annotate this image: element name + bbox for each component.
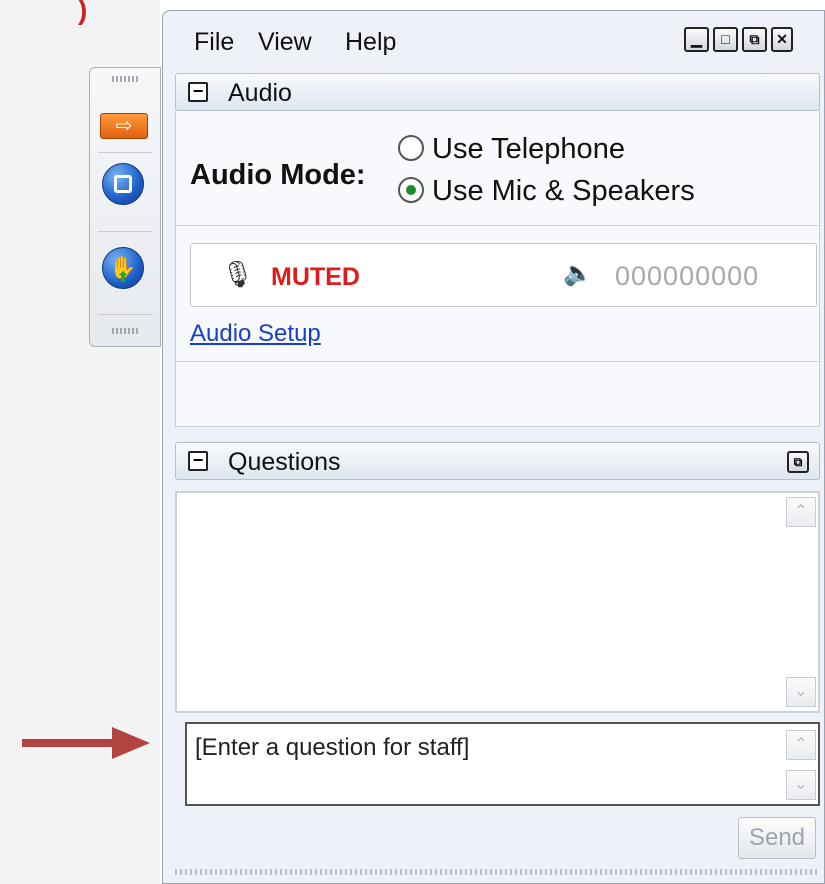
radio-mic-speakers-label: Use Mic & Speakers [432,175,695,207]
audio-mode-label: Audio Mode: [190,159,366,191]
audio-section-header[interactable]: − Audio [175,73,820,111]
radio-use-mic-speakers[interactable]: Use Mic & Speakers [398,175,695,208]
scroll-down-icon[interactable]: ⌄ [786,677,816,707]
audio-setup-link[interactable]: Audio Setup [190,320,321,348]
mini-toolbar: ⇨ ✋ ⬆ [89,67,161,347]
question-input-placeholder: [Enter a question for staff] [195,734,470,761]
speaker-icon[interactable]: 🔈 [563,259,593,288]
toolbar-bottom-grip[interactable] [112,328,140,334]
speaker-level-meter: 000000000 [615,261,760,291]
question-input[interactable]: [Enter a question for staff] ⌃ ⌄ [185,722,820,806]
close-icon[interactable]: ✕ [771,27,793,52]
maximize-icon[interactable]: □ [713,27,738,52]
mute-status: MUTED [271,263,360,291]
radio-selected-icon[interactable] [398,177,424,203]
collapse-questions-icon[interactable]: − [188,451,208,471]
up-arrow-icon: ⬆ [117,269,129,285]
input-scroll-up-icon[interactable]: ⌃ [786,730,816,760]
scroll-up-icon[interactable]: ⌃ [786,497,816,527]
restore-icon[interactable]: ⧉ [742,27,767,52]
questions-section-header[interactable]: − Questions ⧉ [175,442,820,480]
toolbar-separator [98,314,152,315]
raise-hand-icon[interactable]: ✋ ⬆ [102,247,144,289]
collapse-audio-icon[interactable]: − [188,82,208,102]
questions-log[interactable]: ⌃ ⌄ [175,491,820,713]
divider [176,225,821,226]
send-button[interactable]: Send [738,817,816,859]
stop-icon[interactable] [102,163,144,205]
toolbar-top-grip[interactable] [112,76,140,82]
minimize-icon[interactable]: ▁ [684,27,709,52]
input-scroll-down-icon[interactable]: ⌄ [786,770,816,800]
menu-help[interactable]: Help [345,28,396,57]
radio-telephone-label: Use Telephone [432,133,625,165]
menu-bar: File View Help ▁ □ ⧉ ✕ [163,11,824,67]
audio-status-box: 🎙 MUTED 🔈 000000000 [190,243,817,307]
microphone-icon[interactable]: 🎙 [221,259,254,290]
toolbar-separator [98,231,152,232]
stop-square [114,175,132,193]
menu-view[interactable]: View [258,28,312,57]
radio-unselected-icon[interactable] [398,135,424,161]
menu-file[interactable]: File [194,28,234,57]
divider [176,361,821,362]
red-annotation-mark: ) [78,0,88,25]
questions-section-title: Questions [228,448,341,476]
pointer-arrow-icon [22,727,150,759]
audio-panel-body: Audio Mode: Use Telephone Use Mic & Spea… [175,111,821,427]
audio-section-title: Audio [228,79,292,107]
panel-resize-grip[interactable] [175,869,820,875]
arrow-button-icon[interactable]: ⇨ [100,113,148,139]
popout-icon[interactable]: ⧉ [787,451,809,473]
radio-use-telephone[interactable]: Use Telephone [398,133,625,166]
control-panel: File View Help ▁ □ ⧉ ✕ − Audio Audio Mod… [162,10,825,884]
toolbar-separator [98,152,152,153]
